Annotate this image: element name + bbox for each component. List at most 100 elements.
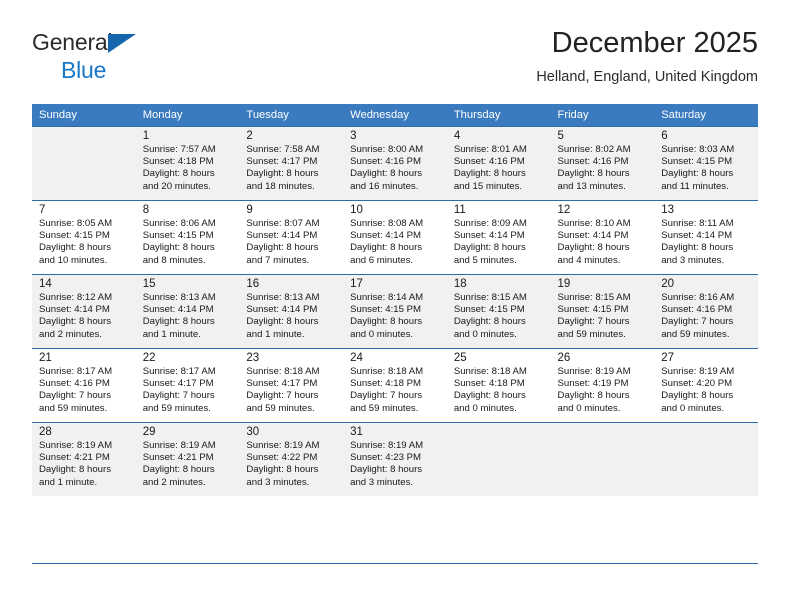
- day-sun-info: Sunrise: 8:17 AM Sunset: 4:16 PM Dayligh…: [39, 366, 113, 414]
- day-number: 26: [557, 352, 571, 364]
- weekday-header-sunday: Sunday: [32, 104, 136, 126]
- calendar-day-cell[interactable]: 15 Sunrise: 8:13 AM Sunset: 4:14 PM Dayli…: [135, 274, 240, 348]
- day-sun-info: Sunrise: 8:19 AM Sunset: 4:21 PM Dayligh…: [142, 440, 216, 488]
- calendar-day-cell[interactable]: 31 Sunrise: 8:19 AM Sunset: 4:23 PM Dayli…: [343, 422, 447, 496]
- day-sun-info: Sunrise: 8:07 AM Sunset: 4:14 PM Dayligh…: [246, 218, 320, 266]
- day-sun-info: Sunrise: 8:18 AM Sunset: 4:18 PM Dayligh…: [350, 366, 424, 414]
- triangle-icon: [108, 34, 136, 53]
- logo-text-blue: Blue: [61, 57, 107, 83]
- day-number: 29: [142, 426, 156, 438]
- calendar-week-row: 7 Sunrise: 8:05 AM Sunset: 4:15 PM Daylig…: [32, 200, 758, 274]
- day-sun-info: Sunrise: 8:16 AM Sunset: 4:16 PM Dayligh…: [661, 292, 735, 340]
- calendar-day-cell[interactable]: 3 Sunrise: 8:00 AM Sunset: 4:16 PM Daylig…: [343, 126, 447, 200]
- calendar-week-row: 1 Sunrise: 7:57 AM Sunset: 4:18 PM Daylig…: [32, 126, 758, 200]
- calendar-day-cell[interactable]: 11 Sunrise: 8:09 AM Sunset: 4:14 PM Dayli…: [446, 200, 551, 274]
- calendar-day-cell[interactable]: 8 Sunrise: 8:06 AM Sunset: 4:15 PM Daylig…: [135, 200, 240, 274]
- calendar-day-cell[interactable]: 20 Sunrise: 8:16 AM Sunset: 4:16 PM Dayli…: [654, 274, 758, 348]
- weekday-header-saturday: Saturday: [654, 104, 758, 126]
- day-number: 3: [350, 130, 357, 142]
- calendar-day-cell[interactable]: 26 Sunrise: 8:19 AM Sunset: 4:19 PM Dayli…: [550, 348, 655, 422]
- day-sun-info: Sunrise: 8:05 AM Sunset: 4:15 PM Dayligh…: [39, 218, 113, 266]
- calendar-day-cell[interactable]: 30 Sunrise: 8:19 AM Sunset: 4:22 PM Dayli…: [239, 422, 344, 496]
- calendar-page: General Blue December 2025 Helland, Engl…: [0, 0, 792, 612]
- calendar-day-cell[interactable]: 16 Sunrise: 8:13 AM Sunset: 4:14 PM Dayli…: [239, 274, 344, 348]
- general-blue-logo[interactable]: General Blue: [32, 31, 222, 91]
- calendar-day-cell[interactable]: [550, 422, 655, 496]
- day-number: 20: [661, 278, 675, 290]
- day-number: 22: [142, 352, 156, 364]
- day-number: 10: [350, 204, 363, 216]
- calendar-day-cell[interactable]: 7 Sunrise: 8:05 AM Sunset: 4:15 PM Daylig…: [32, 200, 136, 274]
- calendar-day-cell[interactable]: 14 Sunrise: 8:12 AM Sunset: 4:14 PM Dayli…: [32, 274, 136, 348]
- title-block: December 2025 Helland, England, United K…: [536, 26, 758, 87]
- weekday-header-thursday: Thursday: [446, 104, 551, 126]
- day-sun-info: Sunrise: 8:17 AM Sunset: 4:17 PM Dayligh…: [142, 366, 216, 414]
- day-number: 15: [142, 278, 156, 290]
- day-sun-info: Sunrise: 8:10 AM Sunset: 4:14 PM Dayligh…: [557, 218, 631, 266]
- day-number: 7: [39, 204, 46, 216]
- calendar-day-cell[interactable]: 10 Sunrise: 8:08 AM Sunset: 4:14 PM Dayli…: [343, 200, 447, 274]
- calendar-day-cell[interactable]: 25 Sunrise: 8:18 AM Sunset: 4:18 PM Dayli…: [446, 348, 551, 422]
- day-sun-info: Sunrise: 8:19 AM Sunset: 4:19 PM Dayligh…: [557, 366, 631, 414]
- day-number: 31: [350, 426, 363, 438]
- day-number: 2: [246, 130, 253, 142]
- calendar-bottom-border: [32, 563, 758, 564]
- day-number: 17: [350, 278, 363, 290]
- day-sun-info: Sunrise: 8:06 AM Sunset: 4:15 PM Dayligh…: [142, 218, 216, 266]
- calendar-body: 1 Sunrise: 7:57 AM Sunset: 4:18 PM Daylig…: [32, 126, 758, 496]
- calendar-week-row: 21 Sunrise: 8:17 AM Sunset: 4:16 PM Dayli…: [32, 348, 758, 422]
- calendar-day-cell[interactable]: 1 Sunrise: 7:57 AM Sunset: 4:18 PM Daylig…: [135, 126, 240, 200]
- day-number: 5: [557, 130, 564, 142]
- calendar-week-row: 14 Sunrise: 8:12 AM Sunset: 4:14 PM Dayli…: [32, 274, 758, 348]
- calendar-day-cell[interactable]: 5 Sunrise: 8:02 AM Sunset: 4:16 PM Daylig…: [550, 126, 655, 200]
- calendar-day-cell[interactable]: [654, 422, 758, 496]
- day-sun-info: Sunrise: 8:18 AM Sunset: 4:17 PM Dayligh…: [246, 366, 320, 414]
- day-number: 13: [661, 204, 675, 216]
- calendar-day-cell[interactable]: 17 Sunrise: 8:14 AM Sunset: 4:15 PM Dayli…: [343, 274, 447, 348]
- day-sun-info: Sunrise: 8:00 AM Sunset: 4:16 PM Dayligh…: [350, 144, 424, 192]
- calendar-header-row: Sunday Monday Tuesday Wednesday Thursday…: [32, 104, 758, 126]
- day-number: 8: [142, 204, 150, 216]
- day-number: 12: [557, 204, 571, 216]
- day-number: 30: [246, 426, 260, 438]
- day-sun-info: Sunrise: 8:03 AM Sunset: 4:15 PM Dayligh…: [661, 144, 735, 192]
- day-sun-info: Sunrise: 8:08 AM Sunset: 4:14 PM Dayligh…: [350, 218, 424, 266]
- calendar-day-cell[interactable]: 18 Sunrise: 8:15 AM Sunset: 4:15 PM Dayli…: [446, 274, 551, 348]
- day-number: 23: [246, 352, 260, 364]
- calendar-day-cell[interactable]: 13 Sunrise: 8:11 AM Sunset: 4:14 PM Dayli…: [654, 200, 758, 274]
- calendar-day-cell[interactable]: 23 Sunrise: 8:18 AM Sunset: 4:17 PM Dayli…: [239, 348, 344, 422]
- day-number: 24: [350, 352, 363, 364]
- calendar-day-cell[interactable]: 19 Sunrise: 8:15 AM Sunset: 4:15 PM Dayli…: [550, 274, 655, 348]
- calendar-day-cell[interactable]: [446, 422, 551, 496]
- calendar-day-cell[interactable]: 22 Sunrise: 8:17 AM Sunset: 4:17 PM Dayli…: [135, 348, 240, 422]
- day-number: 21: [39, 352, 52, 364]
- day-sun-info: Sunrise: 8:19 AM Sunset: 4:22 PM Dayligh…: [246, 440, 320, 488]
- calendar-day-cell[interactable]: 21 Sunrise: 8:17 AM Sunset: 4:16 PM Dayli…: [32, 348, 136, 422]
- day-number: 16: [246, 278, 260, 290]
- day-number: 28: [39, 426, 52, 438]
- day-sun-info: Sunrise: 8:14 AM Sunset: 4:15 PM Dayligh…: [350, 292, 424, 340]
- page-header: General Blue December 2025 Helland, Engl…: [32, 26, 758, 98]
- calendar-day-cell[interactable]: 28 Sunrise: 8:19 AM Sunset: 4:21 PM Dayli…: [32, 422, 136, 496]
- calendar-day-cell[interactable]: 9 Sunrise: 8:07 AM Sunset: 4:14 PM Daylig…: [239, 200, 344, 274]
- calendar-day-cell[interactable]: 27 Sunrise: 8:19 AM Sunset: 4:20 PM Dayli…: [654, 348, 758, 422]
- day-sun-info: Sunrise: 7:58 AM Sunset: 4:17 PM Dayligh…: [246, 144, 320, 192]
- weekday-header-tuesday: Tuesday: [239, 104, 344, 126]
- day-number: 4: [453, 130, 461, 142]
- day-number: 14: [39, 278, 52, 290]
- calendar-day-cell[interactable]: 2 Sunrise: 7:58 AM Sunset: 4:17 PM Daylig…: [239, 126, 344, 200]
- day-sun-info: Sunrise: 8:15 AM Sunset: 4:15 PM Dayligh…: [557, 292, 631, 340]
- calendar-day-cell[interactable]: 24 Sunrise: 8:18 AM Sunset: 4:18 PM Dayli…: [343, 348, 447, 422]
- calendar-day-cell[interactable]: [32, 126, 136, 200]
- day-sun-info: Sunrise: 8:11 AM Sunset: 4:14 PM Dayligh…: [661, 218, 734, 266]
- day-sun-info: Sunrise: 8:13 AM Sunset: 4:14 PM Dayligh…: [142, 292, 216, 340]
- calendar-day-cell[interactable]: 4 Sunrise: 8:01 AM Sunset: 4:16 PM Daylig…: [446, 126, 551, 200]
- calendar-day-cell[interactable]: 29 Sunrise: 8:19 AM Sunset: 4:21 PM Dayli…: [135, 422, 240, 496]
- day-number: 25: [453, 352, 467, 364]
- calendar-day-cell[interactable]: 12 Sunrise: 8:10 AM Sunset: 4:14 PM Dayli…: [550, 200, 655, 274]
- day-number: 1: [142, 130, 150, 142]
- day-sun-info: Sunrise: 7:57 AM Sunset: 4:18 PM Dayligh…: [142, 144, 216, 192]
- day-number: 18: [453, 278, 467, 290]
- calendar-day-cell[interactable]: 6 Sunrise: 8:03 AM Sunset: 4:15 PM Daylig…: [654, 126, 758, 200]
- page-title: December 2025: [551, 27, 758, 59]
